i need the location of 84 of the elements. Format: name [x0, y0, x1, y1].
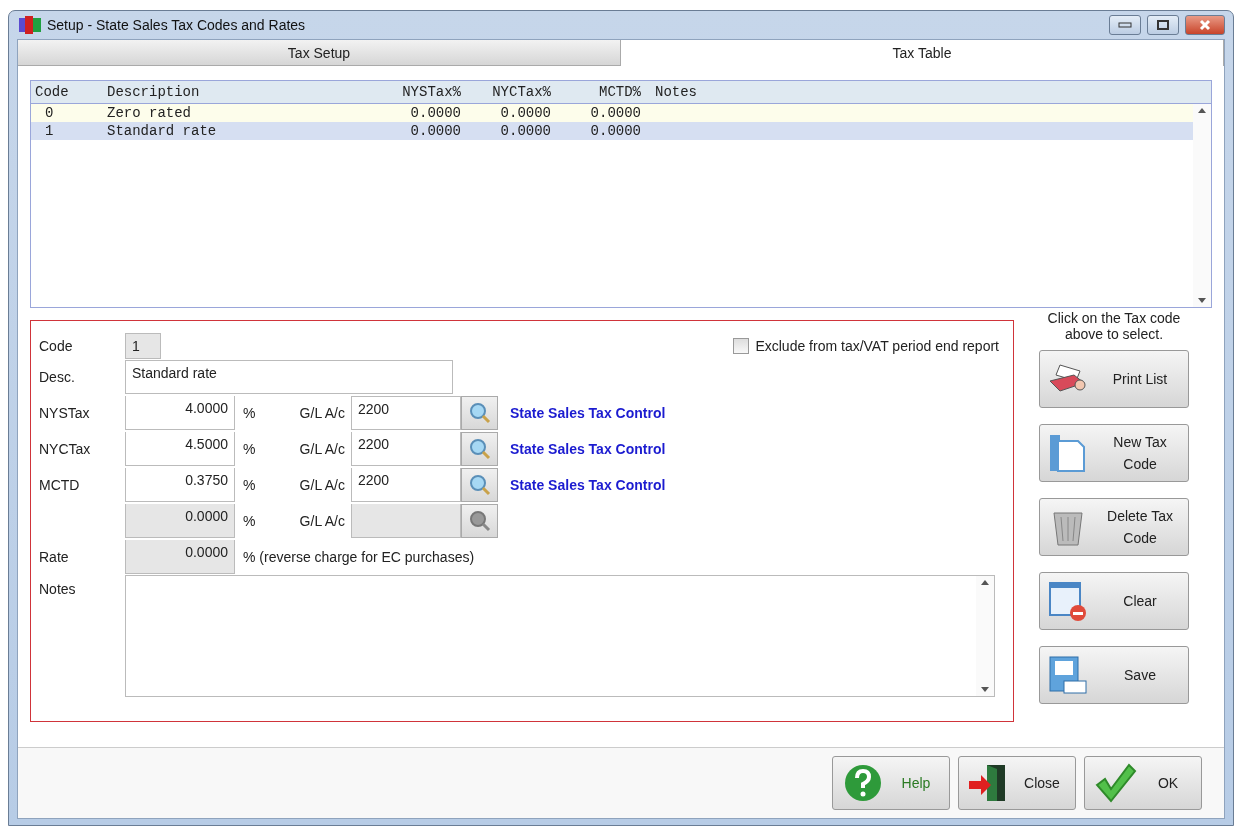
hint-text: Click on the Tax code above to select.: [1046, 310, 1182, 342]
column-header: Description: [106, 84, 201, 100]
account-field[interactable]: 2200: [351, 432, 461, 466]
unit-label: %: [242, 477, 257, 493]
dialog-button[interactable]: Close: [958, 756, 1076, 810]
scroll-up-icon[interactable]: [1198, 108, 1206, 113]
unit-label: %: [242, 441, 257, 457]
scroll-down-icon[interactable]: [1198, 298, 1206, 303]
field-label: G/L A/c: [298, 441, 346, 457]
scrollbar[interactable]: [1193, 104, 1211, 307]
unit-label: %: [242, 513, 257, 529]
table-cell-text: Standard rate: [106, 123, 218, 139]
app-logo-icon: [19, 16, 41, 34]
table-cell-text: 0.0000: [589, 105, 642, 121]
table-cell-text: 0.0000: [409, 105, 462, 121]
field-label: NYCTax: [39, 441, 92, 457]
account-field[interactable]: 2200: [351, 468, 461, 502]
field-label: G/L A/c: [298, 477, 346, 493]
scrollbar[interactable]: [976, 576, 994, 696]
table-cell-text: 0.0000: [499, 105, 552, 121]
action-button[interactable]: Delete Tax Code: [1039, 498, 1189, 556]
minimize-icon: [1118, 22, 1132, 28]
dialog-button[interactable]: Help: [832, 756, 950, 810]
code-field[interactable]: 1: [125, 333, 161, 359]
floppy-disk-icon: [1046, 653, 1090, 697]
minimize-button[interactable]: [1109, 15, 1141, 35]
field-label: Notes: [39, 580, 77, 597]
scroll-up-icon[interactable]: [981, 580, 989, 585]
action-button[interactable]: Save: [1039, 646, 1189, 704]
close-button[interactable]: [1185, 15, 1225, 35]
column-header: NYCTax%: [491, 84, 552, 100]
table-row[interactable]: 0 Zero rated 0.0000 0.0000 0.0000: [31, 104, 1193, 122]
search-button[interactable]: [461, 468, 498, 502]
table-cell-text: Zero rated: [106, 105, 192, 121]
rate-field[interactable]: 0.3750: [125, 468, 235, 502]
magnifier-icon: [468, 510, 491, 532]
account-field[interactable]: [351, 504, 461, 538]
table-cell-text: 0: [44, 105, 55, 121]
column-header: MCTD%: [598, 84, 642, 100]
tab[interactable]: Tax Setup: [18, 40, 621, 66]
table-cell-text: 0.0000: [409, 123, 462, 139]
search-button[interactable]: [461, 432, 498, 466]
unit-label: %: [242, 405, 257, 421]
window-title: Setup - State Sales Tax Codes and Rates: [47, 17, 307, 33]
search-button[interactable]: [461, 396, 498, 430]
table-row[interactable]: 1 Standard rate 0.0000 0.0000 0.0000: [31, 122, 1193, 140]
field-label: G/L A/c: [298, 405, 346, 421]
search-button[interactable]: [461, 504, 498, 538]
table-cell-text: 0.0000: [499, 123, 552, 139]
field-label: NYSTax: [39, 405, 91, 421]
rate-field[interactable]: 0.0000: [125, 540, 235, 574]
checkbox-label: Exclude from tax/VAT period end report: [755, 338, 999, 354]
account-name-link[interactable]: State Sales Tax Control: [510, 405, 666, 421]
maximize-button[interactable]: [1147, 15, 1179, 35]
magnifier-icon: [468, 438, 491, 460]
checkbox[interactable]: [733, 338, 750, 354]
scroll-down-icon[interactable]: [981, 687, 989, 692]
field-label: Rate: [39, 549, 70, 565]
action-button[interactable]: New Tax Code: [1039, 424, 1189, 482]
rate-field[interactable]: 4.0000: [125, 396, 235, 430]
action-button[interactable]: Print List: [1039, 350, 1189, 408]
account-name-link[interactable]: State Sales Tax Control: [510, 441, 666, 457]
field-label: Code: [39, 338, 74, 354]
account-name-link[interactable]: State Sales Tax Control: [510, 477, 666, 493]
account-field[interactable]: 2200: [351, 396, 461, 430]
dialog-button[interactable]: OK: [1084, 756, 1202, 810]
table-cell-text: 0.0000: [589, 123, 642, 139]
column-header: Notes: [654, 84, 698, 100]
column-header: NYSTax%: [401, 84, 462, 100]
column-header: Code: [34, 84, 70, 100]
close-icon: [1199, 19, 1211, 31]
field-label: Desc.: [39, 369, 76, 385]
field-label: MCTD: [39, 477, 81, 493]
description-field[interactable]: Standard rate: [125, 360, 453, 394]
magnifier-icon: [468, 474, 491, 496]
rate-field[interactable]: 4.5000: [125, 432, 235, 466]
rate-note: % (reverse charge for EC purchases): [242, 549, 475, 565]
checkmark-icon: [1093, 761, 1137, 805]
action-button[interactable]: Clear: [1039, 572, 1189, 630]
table-cell-text: 1: [44, 123, 55, 139]
notes-field[interactable]: [125, 575, 995, 697]
field-label: G/L A/c: [298, 513, 346, 529]
maximize-icon: [1157, 20, 1169, 30]
magnifier-icon: [468, 402, 491, 424]
